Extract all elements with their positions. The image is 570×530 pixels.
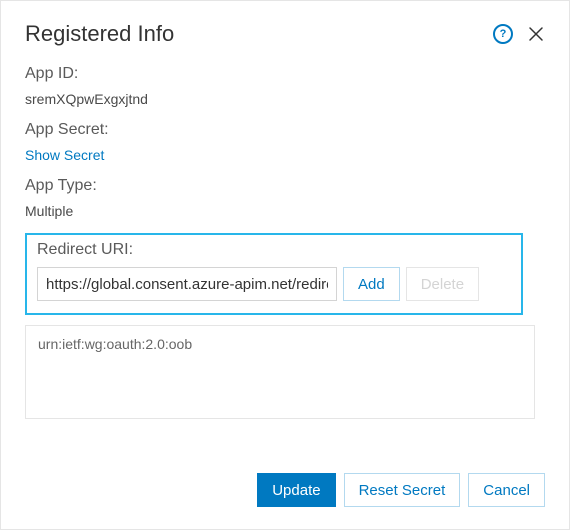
help-icon[interactable]: ? [493, 24, 513, 44]
app-type-label: App Type: [25, 177, 545, 195]
dialog-footer: Update Reset Secret Cancel [257, 473, 545, 507]
close-icon[interactable] [527, 25, 545, 43]
redirect-uri-input[interactable] [37, 267, 337, 301]
update-button[interactable]: Update [257, 473, 335, 507]
redirect-uri-label: Redirect URI: [37, 241, 511, 259]
cancel-button[interactable]: Cancel [468, 473, 545, 507]
delete-button: Delete [406, 267, 479, 301]
dialog-title: Registered Info [25, 21, 174, 47]
add-button[interactable]: Add [343, 267, 400, 301]
app-id-value: sremXQpwExgxjtnd [25, 91, 545, 107]
app-type-value: Multiple [25, 203, 545, 219]
redirect-uri-list[interactable]: urn:ietf:wg:oauth:2.0:oob [25, 325, 535, 419]
app-id-label: App ID: [25, 65, 545, 83]
reset-secret-button[interactable]: Reset Secret [344, 473, 461, 507]
dialog-header: Registered Info ? [25, 21, 545, 47]
list-item[interactable]: urn:ietf:wg:oauth:2.0:oob [38, 336, 522, 352]
redirect-uri-row: Add Delete [37, 267, 511, 301]
app-secret-label: App Secret: [25, 121, 545, 139]
redirect-uri-section: Redirect URI: Add Delete [25, 233, 523, 315]
header-icons: ? [493, 24, 545, 44]
show-secret-link[interactable]: Show Secret [25, 147, 545, 163]
registered-info-dialog: Registered Info ? App ID: sremXQpwExgxjt… [0, 0, 570, 530]
